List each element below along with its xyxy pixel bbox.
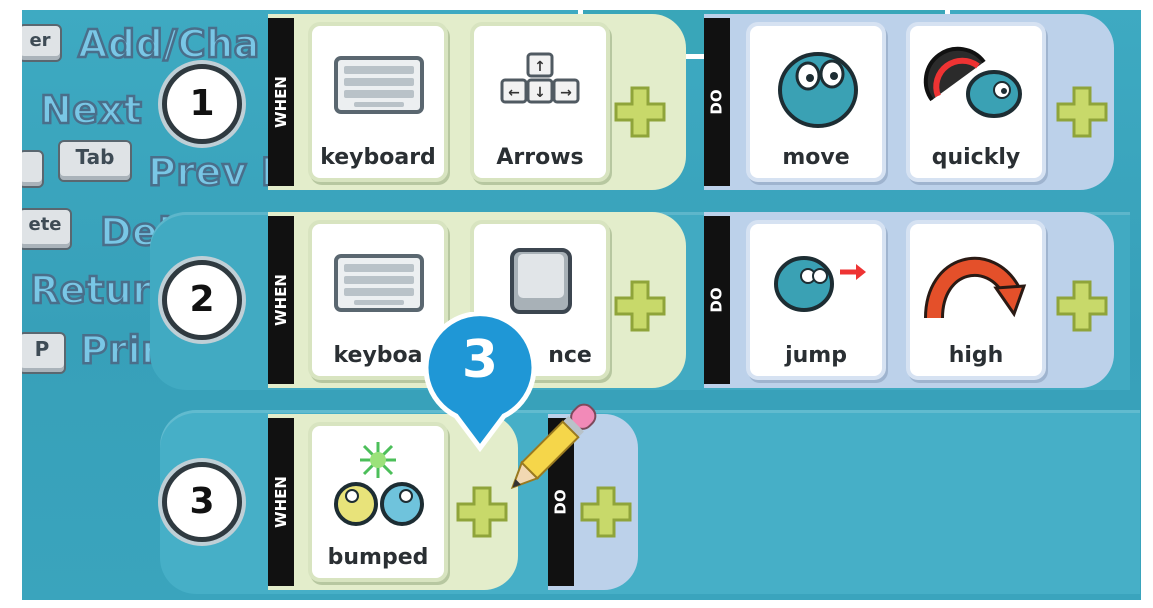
frame-bottom	[0, 600, 1153, 608]
tile-arrows[interactable]: ↑ ← ↓ → Arrows	[474, 26, 606, 178]
tile-keyboard[interactable]: keyboard	[312, 26, 444, 178]
svg-text:↓: ↓	[534, 85, 546, 101]
add-when-plus-icon[interactable]	[612, 278, 668, 334]
help-key-1: er	[18, 24, 62, 62]
kodu-programming-screen: er Add/Cha Next Tab Prev Pa ete Delete T…	[0, 0, 1153, 608]
arrow-keys-icon: ↑ ← ↓ →	[500, 52, 580, 104]
add-do-plus-icon[interactable]	[1054, 278, 1110, 334]
frame-right	[1141, 0, 1153, 608]
tile-jump[interactable]: jump	[750, 224, 882, 376]
tile-label: jump	[785, 343, 847, 368]
tile-label: nce	[548, 343, 592, 368]
frame-left	[0, 0, 22, 608]
tile-label: quickly	[931, 145, 1021, 170]
do-panel-1[interactable]: DO move quickly	[704, 14, 1114, 190]
keyboard-icon	[334, 56, 424, 114]
do-label: DO	[704, 18, 730, 186]
tile-label: move	[782, 145, 850, 170]
help-text-return: Retur	[29, 267, 152, 314]
when-label: WHEN	[268, 18, 294, 186]
pencil-cursor-icon[interactable]	[495, 395, 605, 505]
keyboard-icon	[334, 254, 424, 312]
rule-number-2[interactable]: 2	[162, 260, 242, 340]
help-key-delete: ete	[18, 208, 72, 250]
tile-label: bumped	[327, 545, 429, 570]
bumped-icon	[334, 442, 424, 526]
do-label: DO	[704, 216, 730, 384]
tile-move[interactable]: move	[750, 26, 882, 178]
kodu-move-icon	[778, 52, 858, 128]
when-panel-1[interactable]: WHEN keyboard ↑ ← ↓ → Arrows	[268, 14, 686, 190]
when-label: WHEN	[268, 216, 294, 384]
do-panel-2[interactable]: DO jump high	[704, 212, 1114, 388]
svg-text:→: →	[560, 85, 572, 101]
help-key-print: P	[18, 332, 66, 374]
when-label: WHEN	[268, 418, 294, 586]
rule-number-1[interactable]: 1	[162, 64, 242, 144]
svg-text:←: ←	[508, 85, 520, 101]
tile-label: high	[948, 343, 1004, 368]
step-marker-number: 3	[461, 330, 499, 390]
tile-high[interactable]: high	[910, 224, 1042, 376]
tile-quickly[interactable]: quickly	[910, 26, 1042, 178]
help-key-tab: Tab	[58, 140, 132, 182]
rule-number-3[interactable]: 3	[162, 462, 242, 542]
speedometer-icon	[923, 46, 1022, 118]
tile-label: keyboard	[320, 145, 436, 170]
help-text-next: Next	[39, 87, 143, 134]
kodu-jump-icon	[774, 256, 866, 312]
tile-label: Arrows	[496, 145, 584, 170]
frame-top	[0, 0, 1153, 10]
add-when-plus-icon[interactable]	[612, 84, 668, 140]
add-do-plus-icon[interactable]	[1054, 84, 1110, 140]
curved-arrow-icon	[924, 256, 1027, 319]
svg-text:↑: ↑	[534, 59, 546, 75]
